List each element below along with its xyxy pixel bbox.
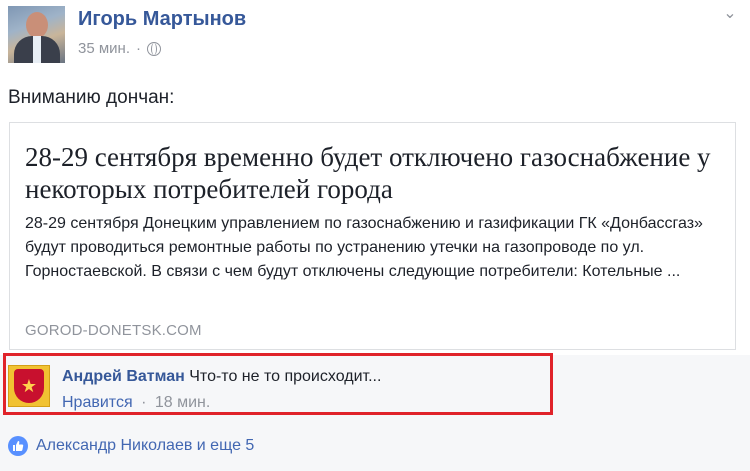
link-title[interactable]: 28-29 сентября временно будет отключено … bbox=[25, 141, 715, 205]
meta-separator: · bbox=[136, 40, 141, 57]
globe-icon[interactable] bbox=[147, 41, 161, 56]
post-text: Вниманию дончан: bbox=[8, 87, 175, 108]
chevron-down-icon[interactable]: ⌄ bbox=[722, 6, 738, 22]
post-meta: 35 мин. · bbox=[78, 40, 161, 57]
comment-highlight-box bbox=[3, 353, 553, 415]
reactions-summary[interactable]: Александр Николаев и еще 5 bbox=[8, 436, 254, 456]
link-domain: GOROD-DONETSK.COM bbox=[25, 322, 202, 339]
post-time[interactable]: 35 мин. bbox=[78, 40, 130, 57]
likers-text[interactable]: Александр Николаев и еще 5 bbox=[36, 437, 254, 455]
link-description: 28-29 сентября Донецким управлением по г… bbox=[25, 215, 703, 280]
like-icon bbox=[8, 436, 28, 456]
link-preview-card[interactable]: 28-29 сентября временно будет отключено … bbox=[9, 122, 736, 350]
post-author-name[interactable]: Игорь Мартынов bbox=[78, 8, 246, 31]
author-avatar[interactable] bbox=[8, 6, 65, 63]
